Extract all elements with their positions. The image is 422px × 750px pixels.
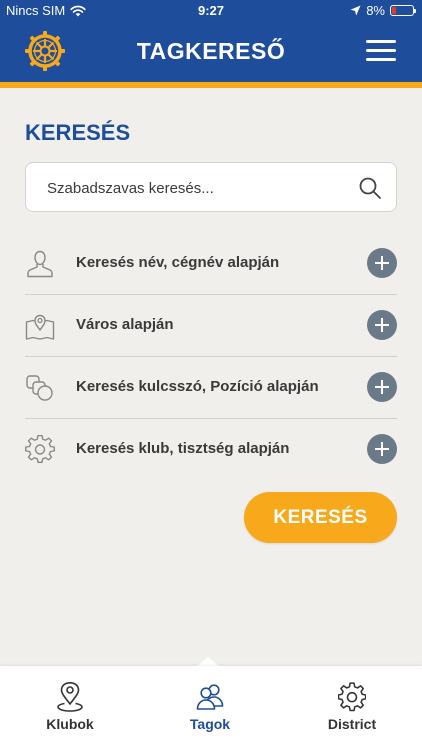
- tab-klubok[interactable]: Klubok: [0, 666, 140, 750]
- battery-icon: [390, 5, 416, 16]
- status-right: 8%: [350, 3, 416, 18]
- battery-percent: 8%: [366, 3, 385, 18]
- page-title: TAGKERESŐ: [136, 38, 286, 64]
- search-button[interactable]: KERESÉS: [244, 492, 397, 543]
- search-input[interactable]: [45, 175, 349, 201]
- search-field: [25, 162, 397, 212]
- tab-bar: Klubok Tagok District: [0, 666, 422, 750]
- people-icon: [196, 684, 224, 710]
- filter-row-name[interactable]: Keresés név, cégnév alapján: [25, 233, 397, 295]
- gear-icon: [338, 682, 366, 712]
- add-filter-button[interactable]: [367, 310, 397, 340]
- menu-line-top: [366, 40, 396, 43]
- filter-row-city[interactable]: Város alapján: [25, 295, 397, 357]
- filter-row-club[interactable]: Keresés klub, tisztség alapján: [25, 419, 397, 480]
- filter-label: Város alapján: [76, 316, 174, 333]
- battery-fill: [392, 7, 396, 14]
- search-heading: KERESÉS: [25, 120, 131, 145]
- app-header: TAGKERESŐ: [0, 22, 422, 88]
- gear-icon: [25, 435, 55, 463]
- tab-label: District: [327, 716, 377, 732]
- add-filter-button[interactable]: [367, 434, 397, 464]
- filter-label: Keresés kulcsszó, Pozíció alapján: [76, 378, 319, 395]
- location-pin-icon: [57, 682, 83, 712]
- filter-list: Keresés név, cégnév alapján Város alapjá…: [25, 233, 397, 480]
- tab-district[interactable]: District: [282, 666, 422, 750]
- add-filter-button[interactable]: [367, 372, 397, 402]
- filter-row-keyword[interactable]: Keresés kulcsszó, Pozíció alapján: [25, 357, 397, 419]
- hamburger-menu-icon[interactable]: [366, 40, 396, 64]
- status-bar: Nincs SIM 9:27 8%: [0, 0, 422, 22]
- tab-tagok[interactable]: Tagok: [140, 666, 280, 750]
- menu-line-middle: [366, 49, 396, 52]
- add-filter-button[interactable]: [367, 248, 397, 278]
- location-arrow-icon: [350, 5, 361, 16]
- map-pin-icon: [25, 314, 55, 340]
- tab-label: Klubok: [46, 716, 94, 732]
- filter-label: Keresés név, cégnév alapján: [76, 254, 280, 271]
- menu-line-bottom: [366, 58, 396, 61]
- shapes-icon: [26, 375, 53, 401]
- tab-label: Tagok: [189, 716, 231, 732]
- search-icon[interactable]: [358, 176, 382, 200]
- filter-label: Keresés klub, tisztség alapján: [76, 440, 290, 457]
- person-icon: [27, 250, 53, 278]
